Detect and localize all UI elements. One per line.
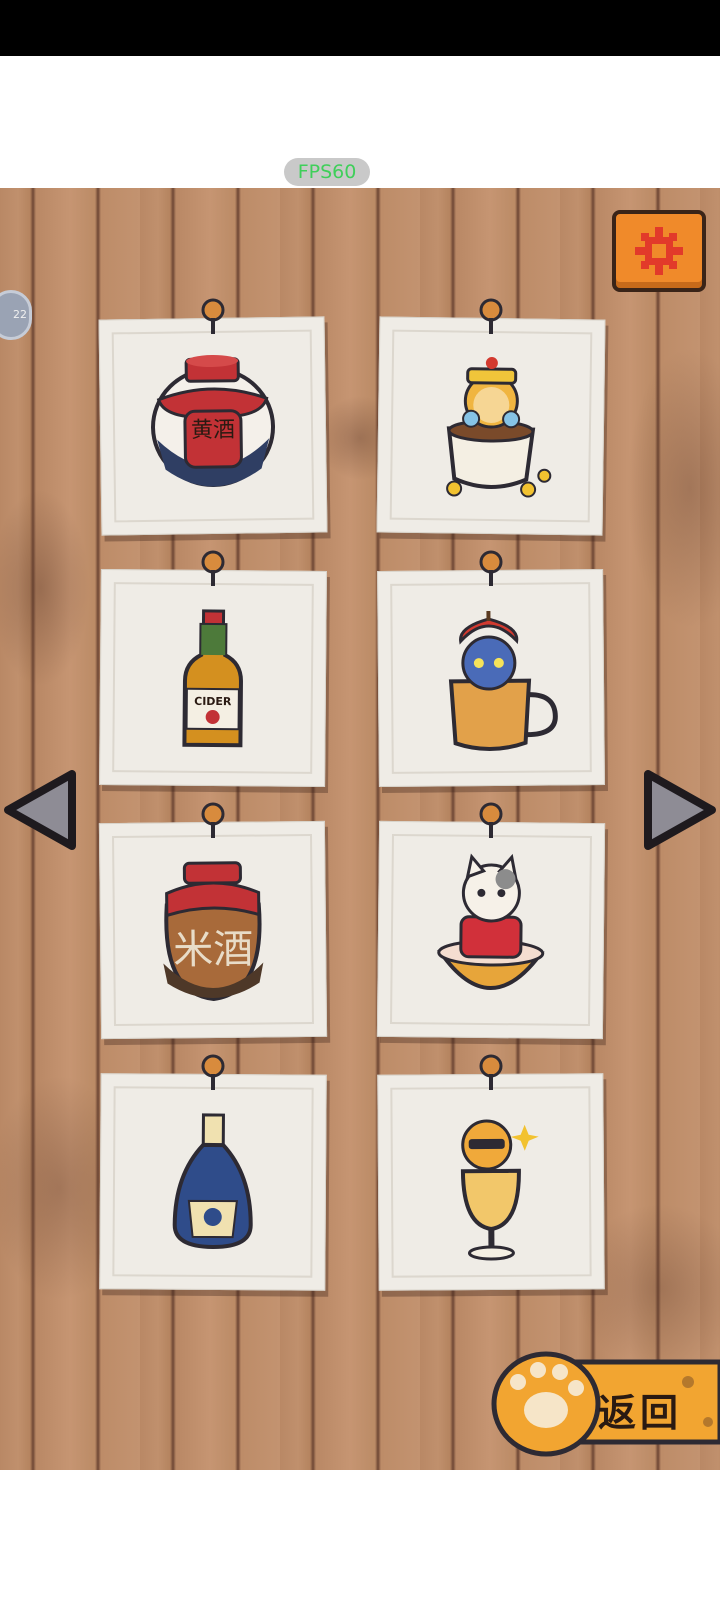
cat-sunglasses-glass-icon <box>460 1119 539 1261</box>
pin-icon <box>479 1054 503 1090</box>
cat-red-jacket-bowl-icon <box>436 853 545 990</box>
collection-card-cat-teacup[interactable] <box>376 316 606 536</box>
collection-card-yellow-wine[interactable]: 黄酒 <box>98 316 328 536</box>
prev-page-button[interactable] <box>2 768 78 852</box>
settings-button[interactable] <box>612 210 706 292</box>
card-label: CIDER <box>194 695 232 708</box>
cat-apple-mug-icon <box>448 611 558 751</box>
pin-icon <box>201 802 225 838</box>
pin-icon <box>479 802 503 838</box>
pin-icon <box>201 1054 225 1090</box>
yellow-wine-jar-icon: 黄酒 <box>151 354 276 488</box>
fps-counter: FPS60 <box>284 158 370 186</box>
left-arrow-icon <box>4 770 76 850</box>
cat-paw-icon <box>491 1351 601 1457</box>
pin-icon <box>201 298 225 334</box>
clay-wine-jar-icon: 米酒 <box>163 861 264 1002</box>
gear-icon <box>635 227 683 275</box>
pin-icon <box>201 550 225 586</box>
pin-icon <box>479 550 503 586</box>
collection-card-cat-sunglasses[interactable] <box>377 1073 605 1291</box>
collection-card-cat-apple-mug[interactable] <box>377 569 605 787</box>
back-button-label: 返回 <box>598 1391 683 1435</box>
next-page-button[interactable] <box>642 768 718 852</box>
collection-card-rice-wine[interactable]: 米酒 <box>98 820 328 1040</box>
card-label: 米酒 <box>173 927 253 974</box>
pin-icon <box>479 298 503 334</box>
cat-in-teacup-icon <box>446 357 552 498</box>
collection-card-cider[interactable]: CIDER <box>99 569 327 787</box>
collection-card-blue-liquor[interactable] <box>99 1073 327 1291</box>
card-label: 黄酒 <box>191 418 235 444</box>
cider-bottle-icon: CIDER <box>182 609 243 748</box>
right-arrow-icon <box>644 770 716 850</box>
blue-liquor-bottle-icon <box>172 1113 253 1249</box>
status-bar <box>0 0 720 56</box>
collection-card-cat-red-jacket[interactable] <box>376 820 606 1040</box>
